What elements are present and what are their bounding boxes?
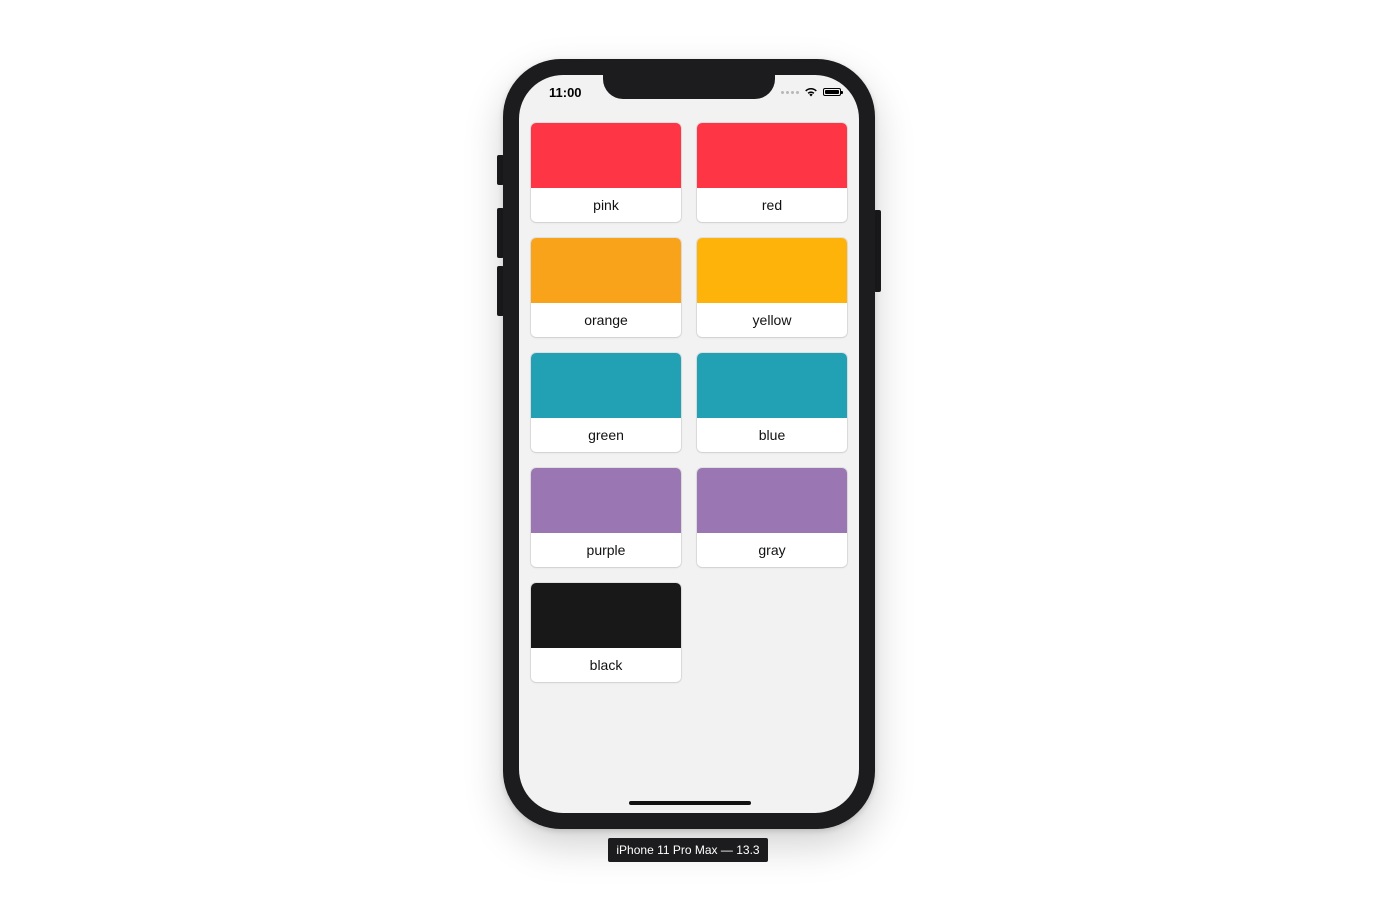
color-card-green[interactable]: green (531, 353, 681, 452)
home-indicator[interactable] (629, 801, 751, 805)
color-card-pink[interactable]: pink (531, 123, 681, 222)
color-swatch (531, 238, 681, 303)
color-label: black (589, 657, 623, 673)
color-label: blue (758, 427, 786, 443)
color-swatch (531, 123, 681, 188)
color-label: pink (593, 197, 619, 213)
color-grid: pink red orange yellow green blue purple gray bl… (531, 123, 847, 682)
battery-icon (823, 88, 843, 96)
phone-screen: 11:00 pink red orange yellow green blue purple… (519, 75, 859, 813)
color-swatch (531, 353, 681, 418)
notch (603, 75, 775, 99)
status-time: 11:00 (549, 85, 582, 100)
color-label: yellow (752, 312, 792, 328)
color-card-blue[interactable]: blue (697, 353, 847, 452)
wifi-icon (805, 88, 817, 97)
color-card-red[interactable]: red (697, 123, 847, 222)
color-label: orange (584, 312, 628, 328)
simulator-stage: 11:00 pink red orange yellow green blue purple… (0, 0, 1400, 904)
color-label: purple (586, 542, 626, 558)
color-label: gray (758, 542, 786, 558)
color-card-purple[interactable]: purple (531, 468, 681, 567)
color-card-black[interactable]: black (531, 583, 681, 682)
status-indicators (781, 87, 843, 97)
color-card-orange[interactable]: orange (531, 238, 681, 337)
color-swatch (697, 353, 847, 418)
color-swatch (531, 468, 681, 533)
power-button (874, 210, 881, 292)
color-swatch (697, 123, 847, 188)
color-label: red (761, 197, 783, 213)
color-card-gray[interactable]: gray (697, 468, 847, 567)
signal-icon (781, 90, 799, 94)
color-swatch (531, 583, 681, 648)
color-swatch (697, 468, 847, 533)
device-label: iPhone 11 Pro Max — 13.3 (608, 838, 768, 862)
color-swatch (697, 238, 847, 303)
color-card-yellow[interactable]: yellow (697, 238, 847, 337)
color-label: green (588, 427, 624, 443)
phone-frame: 11:00 pink red orange yellow green blue purple… (503, 59, 875, 829)
